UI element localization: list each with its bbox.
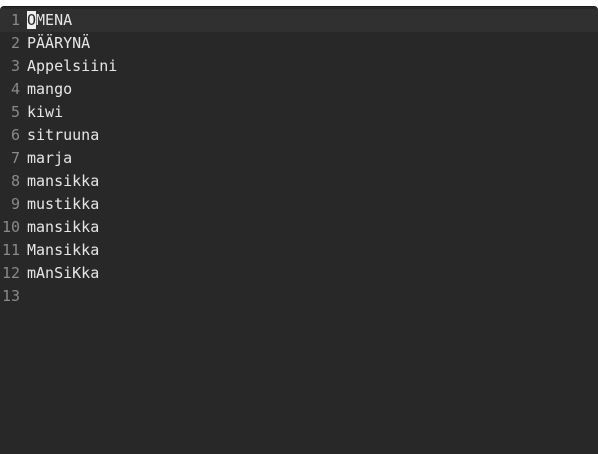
text-editor[interactable]: 1 OMENA 2 PÄÄRYNÄ 3 Appelsiini 4 mango 5 kiwi 6 sit…	[0, 6, 598, 454]
editor-line[interactable]: 13	[0, 285, 598, 308]
editor-line[interactable]: 5 kiwi	[0, 101, 598, 124]
editor-line[interactable]: 11 Mansikka	[0, 239, 598, 262]
line-number: 11	[1, 241, 20, 259]
editor-line[interactable]: 8 mansikka	[0, 170, 598, 193]
line-number: 4	[10, 80, 20, 98]
line-text[interactable]: PÄÄRYNÄ	[27, 32, 90, 55]
editor-line[interactable]: 2 PÄÄRYNÄ	[0, 32, 598, 55]
line-text-rest: MENA	[36, 11, 73, 29]
line-number: 13	[1, 287, 20, 305]
line-number: 1	[10, 11, 20, 29]
line-number: 10	[1, 218, 20, 236]
line-text[interactable]: mansikka	[27, 216, 99, 239]
line-text[interactable]: mansikka	[27, 170, 99, 193]
line-number: 9	[10, 195, 20, 213]
editor-line[interactable]: 9 mustikka	[0, 193, 598, 216]
line-number: 6	[10, 126, 20, 144]
line-number: 3	[10, 57, 20, 75]
line-text[interactable]: Appelsiini	[27, 55, 117, 78]
editor-lines: 1 OMENA 2 PÄÄRYNÄ 3 Appelsiini 4 mango 5 kiwi 6 sit…	[0, 9, 598, 308]
editor-line[interactable]: 4 mango	[0, 78, 598, 101]
editor-line[interactable]: 1 OMENA	[0, 9, 598, 32]
text-cursor: O	[27, 11, 37, 29]
line-number: 7	[10, 149, 20, 167]
editor-line[interactable]: 12 mAnSiKka	[0, 262, 598, 285]
editor-line[interactable]: 10 mansikka	[0, 216, 598, 239]
line-number: 8	[10, 172, 20, 190]
editor-line[interactable]: 3 Appelsiini	[0, 55, 598, 78]
line-text[interactable]: Mansikka	[27, 239, 99, 262]
editor-line[interactable]: 6 sitruuna	[0, 124, 598, 147]
line-number: 12	[1, 264, 20, 282]
line-text[interactable]: mAnSiKka	[27, 262, 99, 285]
line-text[interactable]: OMENA	[27, 9, 72, 32]
editor-line[interactable]: 7 marja	[0, 147, 598, 170]
line-text[interactable]: kiwi	[27, 101, 63, 124]
line-number: 2	[10, 34, 20, 52]
line-text[interactable]: mustikka	[27, 193, 99, 216]
line-text[interactable]: mango	[27, 78, 72, 101]
line-text[interactable]: sitruuna	[27, 124, 99, 147]
app-window: 1 OMENA 2 PÄÄRYNÄ 3 Appelsiini 4 mango 5 kiwi 6 sit…	[0, 0, 598, 454]
line-text[interactable]: marja	[27, 147, 72, 170]
line-number: 5	[10, 103, 20, 121]
